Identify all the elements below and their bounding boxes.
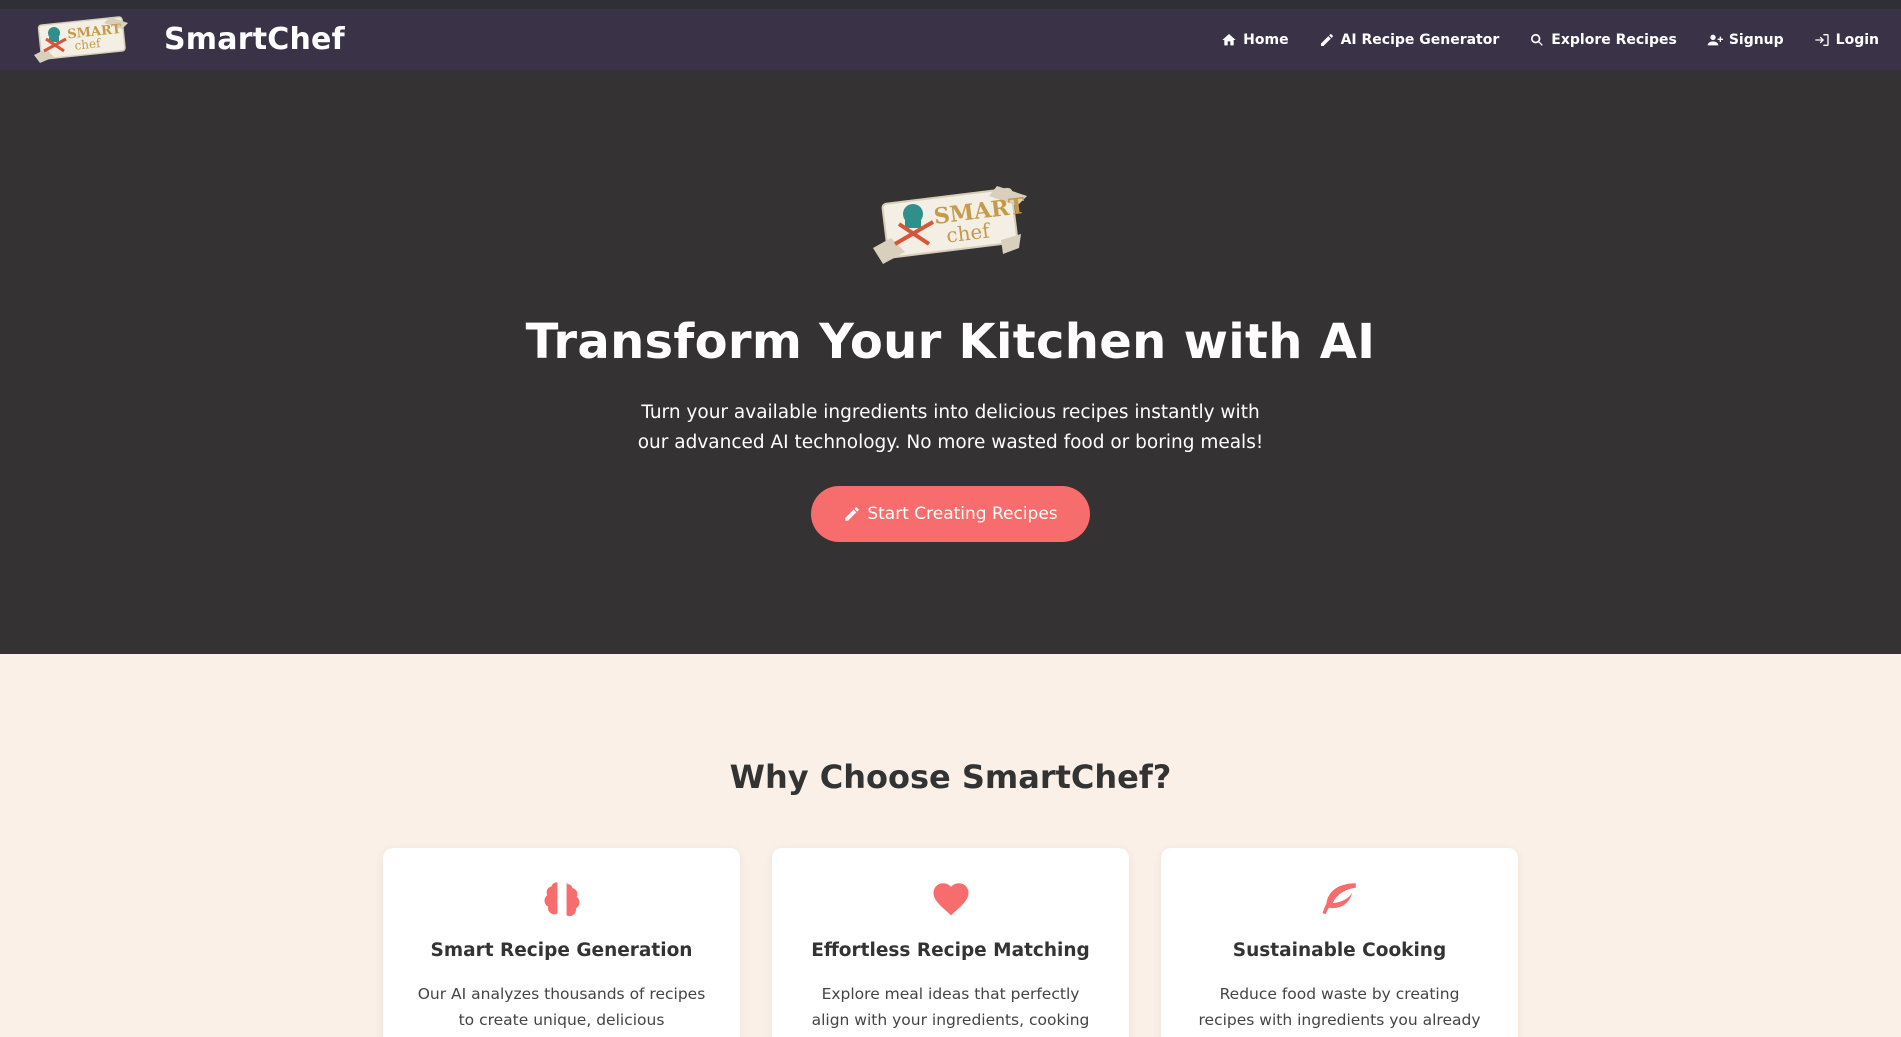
top-strip bbox=[0, 0, 1901, 9]
cta-label: Start Creating Recipes bbox=[867, 504, 1058, 524]
nav-home-label: Home bbox=[1243, 31, 1289, 48]
hero-logo-image: SMART chef bbox=[872, 186, 1027, 264]
user-plus-icon bbox=[1707, 34, 1723, 45]
hero-logo: SMART chef bbox=[871, 182, 1031, 272]
heart-icon bbox=[933, 883, 968, 916]
feature-card-effortless-recipe-matching: Effortless Recipe Matching Explore meal … bbox=[772, 848, 1129, 1037]
leaf-icon bbox=[1322, 883, 1356, 915]
feature-card-title: Effortless Recipe Matching bbox=[811, 940, 1090, 961]
feature-card-title: Smart Recipe Generation bbox=[430, 940, 693, 961]
feature-card-smart-recipe-generation: Smart Recipe Generation Our AI analyzes … bbox=[383, 848, 740, 1037]
hero-section: SMART chef Transform Your Kitchen with A… bbox=[0, 70, 1901, 654]
hero-subtitle: Turn your available ingredients into del… bbox=[637, 402, 1264, 453]
search-icon bbox=[1531, 33, 1544, 46]
brand[interactable]: SMART chef SmartChef bbox=[32, 15, 345, 65]
nav-ai-recipe-generator[interactable]: AI Recipe Generator bbox=[1319, 31, 1500, 48]
nav-signup-label: Signup bbox=[1728, 31, 1784, 48]
feature-card-sustainable-cooking: Sustainable Cooking Reduce food waste by… bbox=[1161, 848, 1518, 1037]
nav-links: Home AI Recipe Generator Explore Recipes… bbox=[1221, 32, 1879, 48]
logo-word-bottom: chef bbox=[74, 35, 103, 52]
pencil-icon bbox=[845, 507, 860, 521]
nav-explore-recipes-label: Explore Recipes bbox=[1551, 31, 1677, 48]
features-section: Why Choose SmartChef? Smart Recipe Gener… bbox=[0, 654, 1901, 1037]
feature-card-text: Reduce food waste by creating recipes wi… bbox=[1198, 985, 1481, 1029]
features-title: Why Choose SmartChef? bbox=[729, 758, 1172, 796]
nav-login-label: Login bbox=[1835, 31, 1879, 48]
feature-cards: Smart Recipe Generation Our AI analyzes … bbox=[383, 848, 1518, 1037]
navbar: SMART chef SmartChef Home AI Recipe Gene… bbox=[0, 9, 1901, 70]
nav-home[interactable]: Home bbox=[1221, 31, 1289, 48]
nav-ai-recipe-generator-label: AI Recipe Generator bbox=[1340, 31, 1500, 48]
login-icon bbox=[1815, 33, 1829, 46]
pencil-icon bbox=[1320, 33, 1333, 46]
feature-card-text: Our AI analyzes thousands of recipes to … bbox=[417, 985, 706, 1029]
start-creating-recipes-button[interactable]: Start Creating Recipes bbox=[811, 486, 1090, 542]
feature-card-text: Explore meal ideas that perfectly align … bbox=[811, 985, 1090, 1029]
brand-logo[interactable]: SMART chef bbox=[32, 15, 132, 65]
nav-explore-recipes[interactable]: Explore Recipes bbox=[1529, 32, 1677, 48]
brain-icon bbox=[544, 882, 579, 917]
nav-login[interactable]: Login bbox=[1814, 32, 1879, 48]
hero-title: Transform Your Kitchen with AI bbox=[525, 314, 1376, 370]
brand-name[interactable]: SmartChef bbox=[164, 22, 345, 57]
home-icon bbox=[1222, 33, 1236, 45]
nav-signup[interactable]: Signup bbox=[1707, 32, 1784, 48]
feature-card-title: Sustainable Cooking bbox=[1232, 940, 1447, 961]
